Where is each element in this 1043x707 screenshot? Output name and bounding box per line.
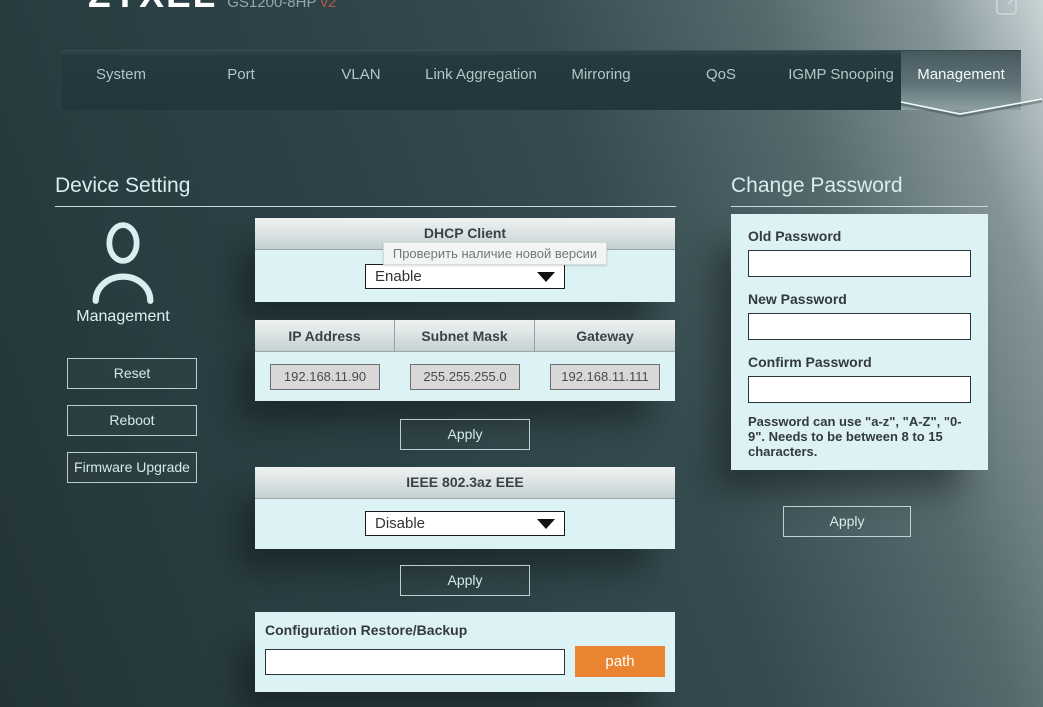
tab-management[interactable]: Management (901, 51, 1021, 110)
eee-panel: IEEE 802.3az EEE Disable (255, 467, 675, 549)
tab-link-aggregation[interactable]: Link Aggregation (421, 51, 541, 110)
dhcp-client-value: Enable (375, 268, 422, 285)
new-password-label: New Password (748, 291, 847, 307)
network-apply-button[interactable]: Apply (400, 419, 530, 450)
update-check-tooltip: Проверить наличие новой версии (383, 242, 607, 265)
profile-label: Management (76, 308, 170, 325)
gateway-input (550, 363, 660, 390)
model-name: GS1200-8HP (227, 0, 317, 11)
config-restore-backup-label: Configuration Restore/Backup (265, 622, 468, 638)
tab-port[interactable]: Port (181, 51, 301, 110)
eee-header: IEEE 802.3az EEE (255, 467, 675, 499)
eee-apply-button[interactable]: Apply (400, 565, 530, 596)
column-header-ip: IP Address (255, 320, 395, 353)
change-password-title: Change Password (731, 174, 988, 207)
network-settings-panel: IP Address Subnet Mask Gateway (255, 320, 675, 401)
main-nav: System Port VLAN Link Aggregation Mirror… (61, 50, 1021, 110)
device-setting-title: Device Setting (55, 174, 676, 207)
tab-vlan[interactable]: VLAN (301, 51, 421, 110)
password-rules-note: Password can use "a-z", "A-Z", "0-9". Ne… (748, 414, 962, 459)
logout-icon[interactable] (995, 0, 1021, 18)
tab-system[interactable]: System (61, 51, 181, 110)
column-header-gateway: Gateway (576, 328, 634, 344)
old-password-input[interactable] (748, 250, 971, 277)
config-file-input[interactable] (265, 649, 565, 675)
column-header-subnet: Subnet Mask (395, 320, 535, 353)
subnet-mask-input (410, 363, 520, 390)
config-restore-backup-panel: Configuration Restore/Backup path (255, 612, 675, 692)
firmware-upgrade-button[interactable]: Firmware Upgrade (67, 452, 197, 483)
old-password-label: Old Password (748, 228, 842, 244)
dhcp-client-select[interactable]: Enable (365, 264, 565, 289)
path-button[interactable]: path (575, 646, 665, 677)
new-password-input[interactable] (748, 313, 971, 340)
reset-button[interactable]: Reset (67, 358, 197, 389)
brand-name: ZYXEL (88, 0, 217, 15)
eee-select[interactable]: Disable (365, 511, 565, 536)
confirm-password-label: Confirm Password (748, 354, 872, 370)
tab-igmp-snooping[interactable]: IGMP Snooping (781, 51, 901, 110)
eee-value: Disable (375, 515, 426, 532)
dropdown-arrow-icon (537, 518, 555, 529)
reboot-button[interactable]: Reboot (67, 405, 197, 436)
change-password-panel: Old Password New Password Confirm Passwo… (731, 214, 988, 470)
change-password-apply-button[interactable]: Apply (783, 506, 911, 537)
ip-address-input (270, 363, 380, 390)
dropdown-arrow-icon (537, 271, 555, 282)
model-version: v2 (320, 0, 337, 11)
management-page: ZYXEL GS1200-8HPv2 System Port VLAN Link … (0, 0, 1043, 707)
confirm-password-input[interactable] (748, 376, 971, 403)
brand-logo: ZYXEL GS1200-8HPv2 (88, 0, 336, 16)
user-icon (92, 222, 154, 304)
tab-mirroring[interactable]: Mirroring (541, 51, 661, 110)
tab-qos[interactable]: QoS (661, 51, 781, 110)
